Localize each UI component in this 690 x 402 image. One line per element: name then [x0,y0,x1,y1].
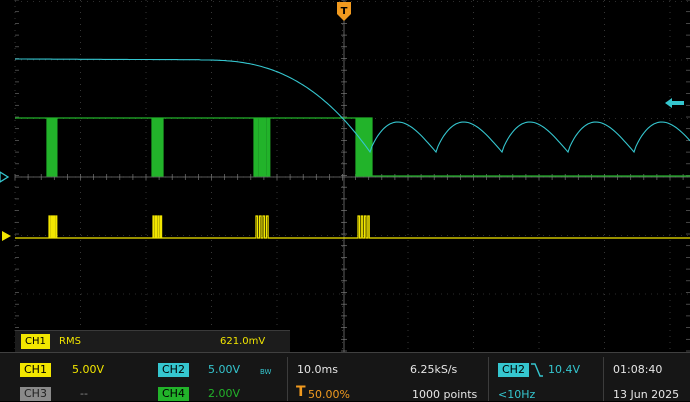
bandwidth-limit-icon: BW [260,368,272,376]
ch1-ground-marker-icon[interactable] [2,231,11,241]
clock-time: 01:08:40 [613,363,663,376]
waveform-display[interactable]: T [0,0,690,352]
ch3-badge[interactable]: CH3 [20,387,51,401]
ch4-scale[interactable]: 2.00V [208,387,240,401]
measurement-value: 621.0mV [220,336,266,347]
svg-text:T: T [341,6,348,17]
ch1-trace [15,215,690,239]
trigger-source-badge[interactable]: CH2 [498,363,529,377]
divider [488,357,489,401]
oscilloscope-screen: T CH1 RMS 621.0mV CH1 5.00V CH2 5.00V BW… [0,0,690,401]
timebase-scale[interactable]: 10.0ms [297,363,338,377]
measurement-channel: CH1 [21,334,50,349]
falling-edge-icon [531,363,543,377]
ch4-trace [15,117,690,177]
status-bar: CH1 5.00V CH2 5.00V BW CH3 -- CH4 2.00V … [0,352,690,401]
ch1-badge[interactable]: CH1 [20,363,51,377]
ch2-scale[interactable]: 5.00V [208,363,240,377]
ch4-badge[interactable]: CH4 [158,387,189,401]
ch2-trace [15,58,690,154]
ch3-scale[interactable]: -- [80,387,88,401]
sample-rate: 6.25kS/s [410,363,458,376]
trigger-level[interactable]: 10.4V [548,363,580,377]
ch2-offscreen-arrow-icon[interactable] [665,98,684,108]
divider [287,357,288,401]
ch2-badge[interactable]: CH2 [158,363,189,377]
ch1-scale[interactable]: 5.00V [72,363,104,377]
measurement-readout[interactable]: CH1 RMS 621.0mV [15,330,290,353]
trigger-position-symbol: T [296,384,306,400]
divider [603,357,604,401]
trigger-position-icon[interactable]: T [337,2,351,21]
ch2-ground-marker-icon[interactable] [0,171,10,183]
measurement-type: RMS [59,336,81,347]
